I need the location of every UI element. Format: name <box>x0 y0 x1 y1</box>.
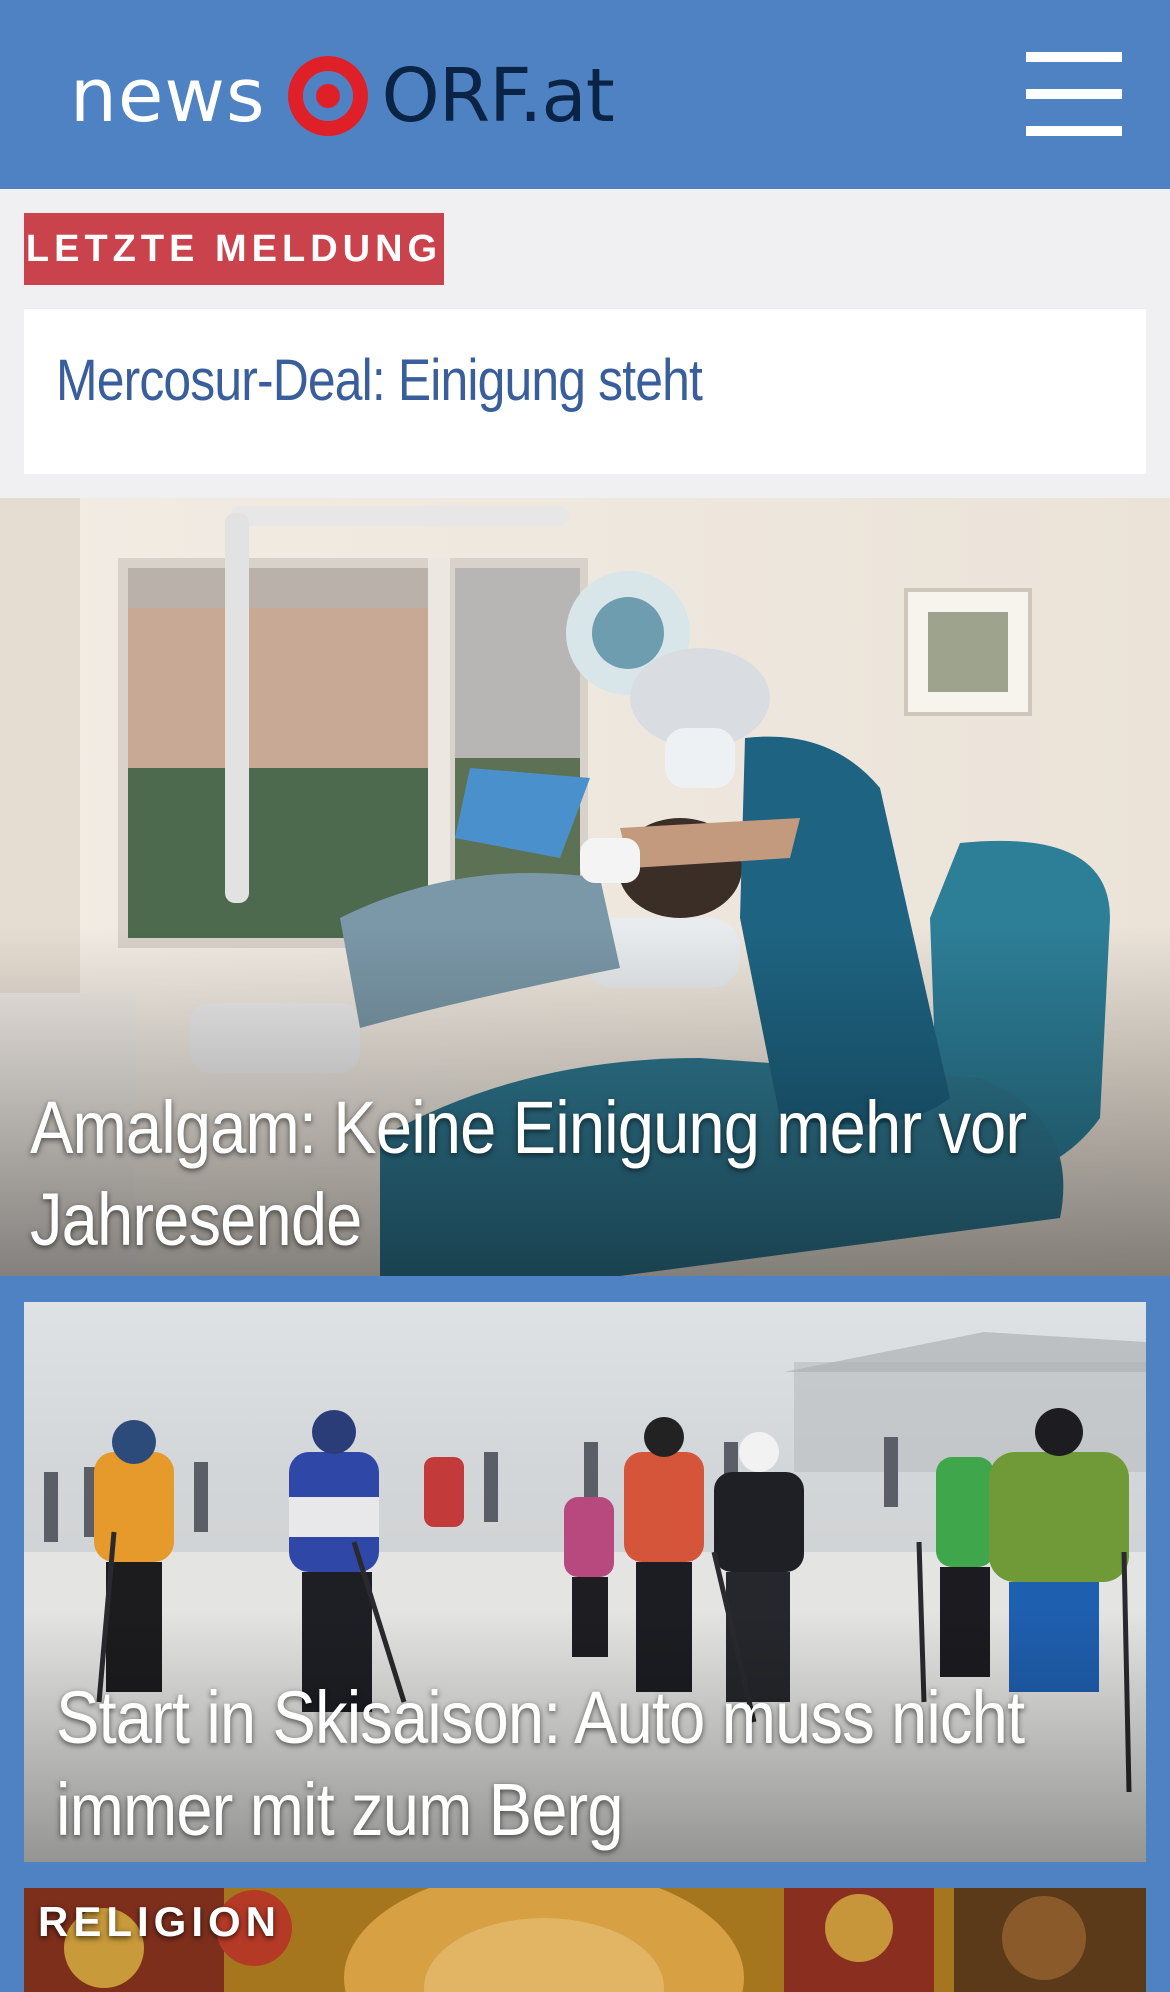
story-card-amalgam[interactable]: Amalgam: Keine Einigung mehr vor Jahrese… <box>0 498 1170 1276</box>
story-category-religion: RELIGION <box>38 1898 282 1945</box>
hamburger-menu-icon[interactable] <box>1026 52 1122 136</box>
story-card-religion[interactable]: RELIGION <box>24 1888 1146 1992</box>
menu-bar-middle <box>1026 89 1122 99</box>
breaking-news-card[interactable]: Mercosur-Deal: Einigung steht <box>24 309 1146 474</box>
app-header: news ORF.at <box>0 0 1170 189</box>
menu-bar-bottom <box>1026 126 1122 136</box>
orf-target-logo-icon <box>287 55 368 136</box>
breaking-news-title: Mercosur-Deal: Einigung steht <box>56 348 703 413</box>
menu-bar-top <box>1026 52 1122 62</box>
story-card-skisaison[interactable]: Start in Skisaison: Auto muss nicht imme… <box>24 1302 1146 1862</box>
story-headline-skisaison: Start in Skisaison: Auto muss nicht imme… <box>56 1676 1025 1851</box>
logo-orf-text: ORF.at <box>381 52 615 139</box>
logo-news-text: news <box>70 52 266 139</box>
breaking-news-label: LETZTE MELDUNG <box>24 213 444 285</box>
story-headline-amalgam: Amalgam: Keine Einigung mehr vor Jahrese… <box>30 1086 1027 1261</box>
orf-news-logo[interactable]: news ORF.at <box>70 48 615 143</box>
